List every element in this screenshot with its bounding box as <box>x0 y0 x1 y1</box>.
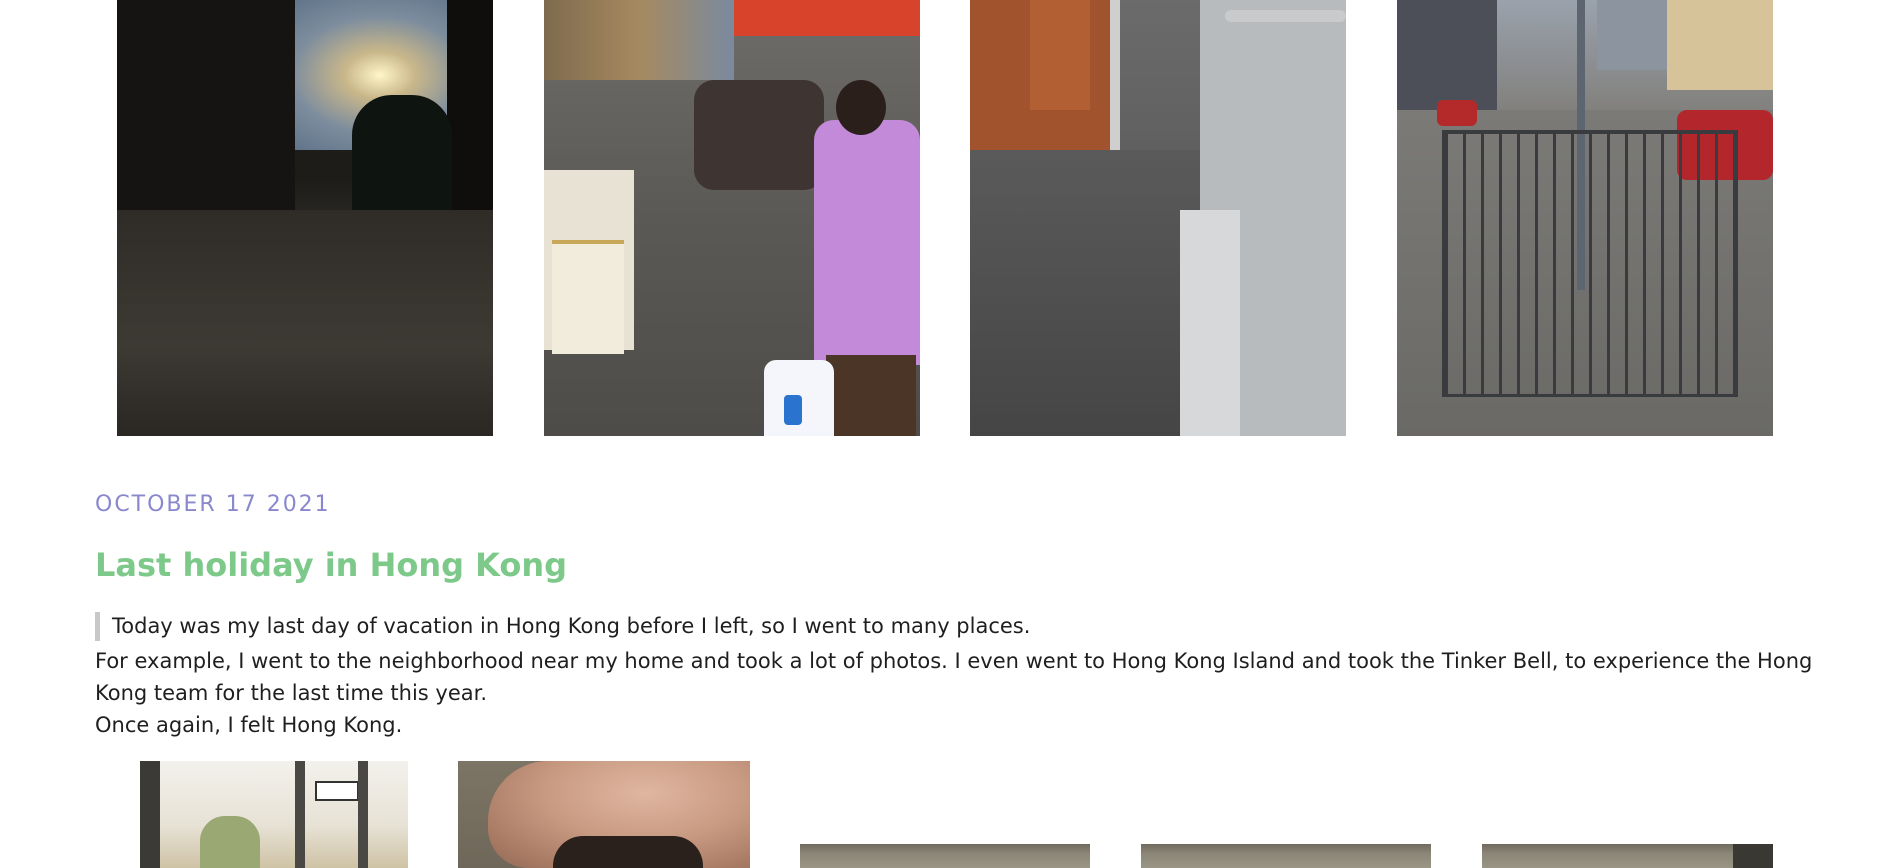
woman-purple-shirt <box>814 120 920 365</box>
fabric-photo-2[interactable] <box>1141 844 1431 868</box>
post-paragraph: Once again, I felt Hong Kong. <box>95 713 403 737</box>
fabric-photo-3[interactable] <box>1482 844 1773 868</box>
plastic-bag-logo <box>784 395 802 425</box>
styrofoam-boxes <box>552 240 624 354</box>
hand-closeup-photo[interactable] <box>458 761 750 868</box>
woman-head <box>836 80 886 135</box>
dark-object <box>553 836 703 868</box>
fabric-photo-1[interactable] <box>800 844 1090 868</box>
sign <box>315 781 359 801</box>
red-taxi-far <box>1437 100 1477 126</box>
post-date: OCTOBER 17 2021 <box>95 492 331 517</box>
tram-interior-photo[interactable] <box>970 0 1346 436</box>
cafe-window-photo[interactable] <box>140 761 408 868</box>
road-railing-photo[interactable] <box>1397 0 1773 436</box>
crowd <box>694 80 824 190</box>
post-body: For example, I went to the neighborhood … <box>95 645 1815 741</box>
plant <box>200 816 260 868</box>
pole <box>358 761 368 868</box>
tram-seat-back <box>1030 0 1090 110</box>
market-street-photo[interactable] <box>544 0 920 436</box>
window-frame <box>140 761 160 868</box>
tram-panel-lower <box>1180 210 1240 436</box>
metal-railing <box>1442 130 1738 397</box>
shop-fronts <box>544 0 734 80</box>
post-quote: Today was my last day of vacation in Hon… <box>95 612 1030 641</box>
building-left <box>117 0 295 210</box>
woman-legs <box>826 355 916 436</box>
pole <box>295 761 305 868</box>
tram-rail <box>1225 10 1346 22</box>
post-title[interactable]: Last holiday in Hong Kong <box>95 546 567 584</box>
building-middle <box>1597 0 1667 70</box>
street-ground <box>117 210 493 436</box>
building-right <box>1667 0 1773 90</box>
post-paragraph: For example, I went to the neighborhood … <box>95 649 1813 705</box>
red-awning <box>734 0 920 36</box>
shadow <box>1733 844 1773 868</box>
street-sunset-photo[interactable] <box>117 0 493 436</box>
building-left <box>1397 0 1497 110</box>
